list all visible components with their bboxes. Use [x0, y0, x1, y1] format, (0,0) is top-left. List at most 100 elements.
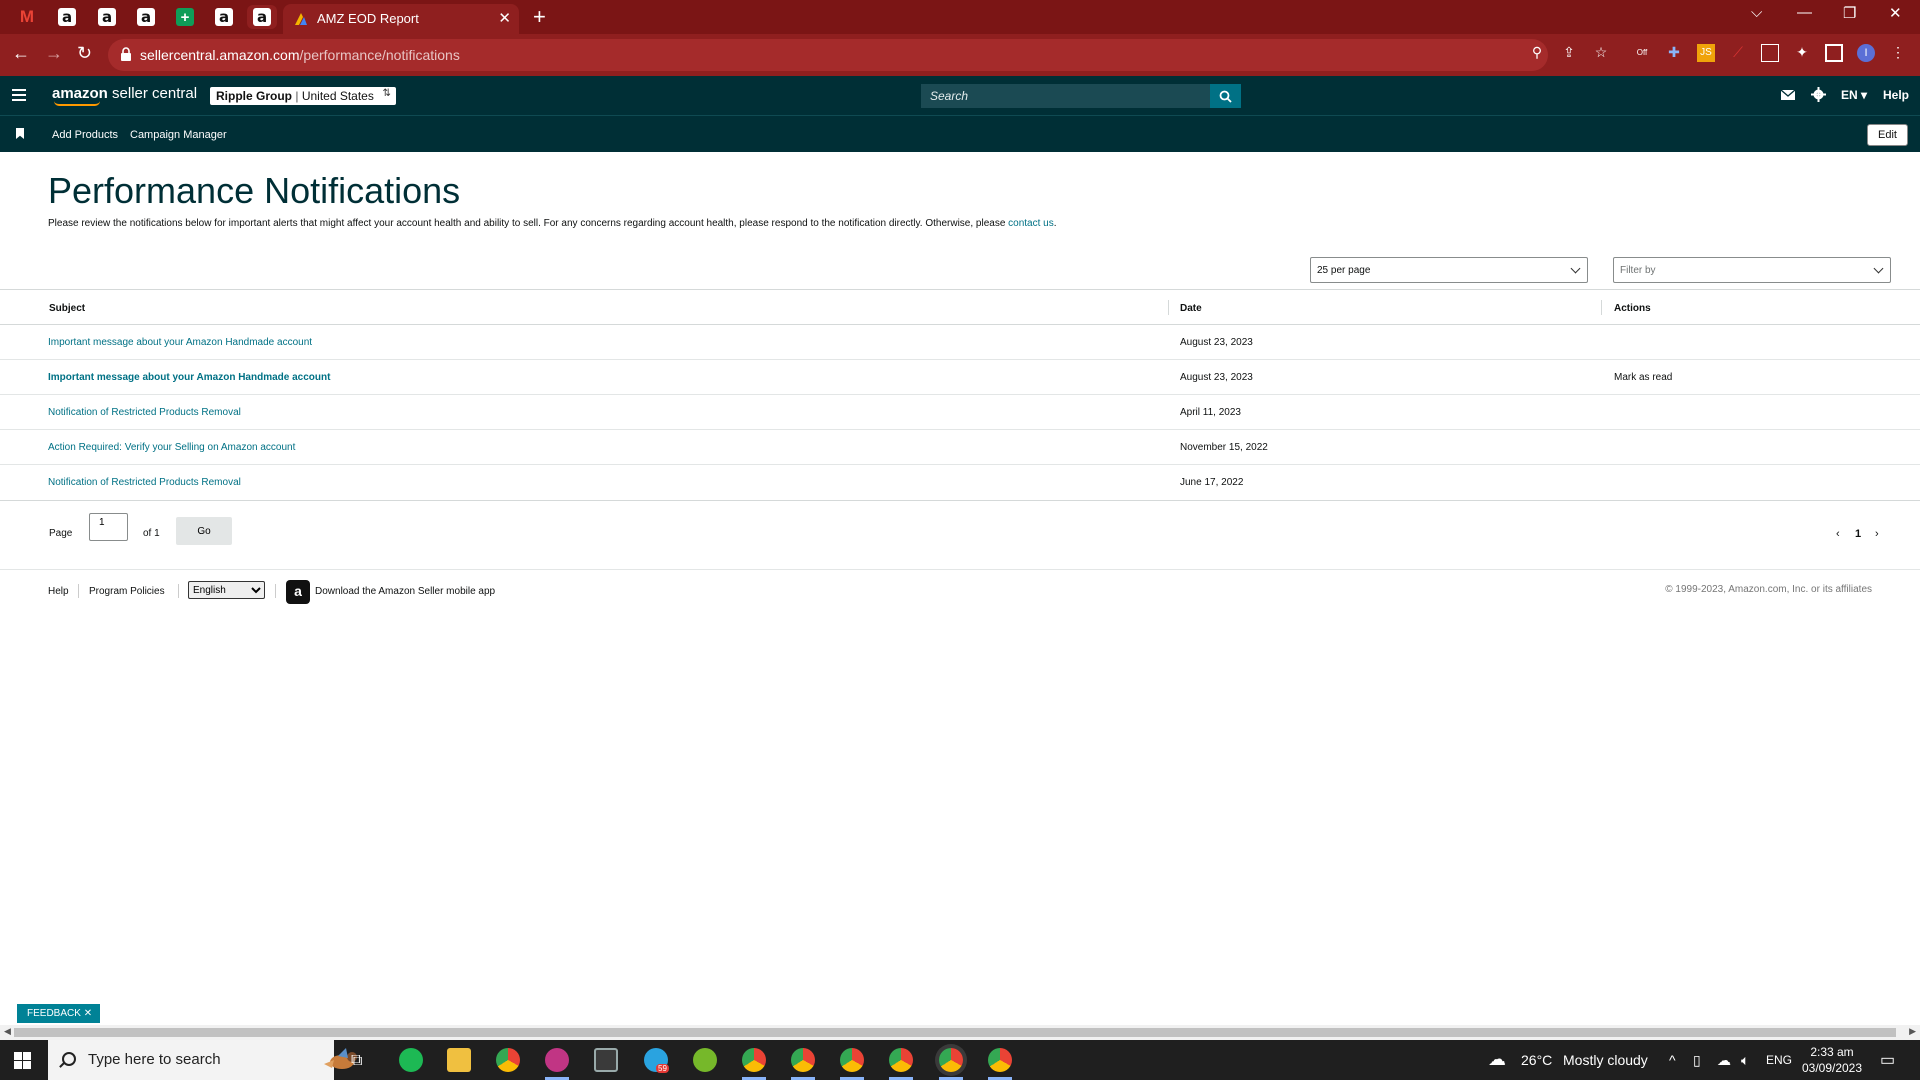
- add-products-link[interactable]: Add Products: [52, 129, 118, 141]
- table-row: Important message about your Amazon Hand…: [0, 360, 1920, 395]
- onedrive-cloud-icon[interactable]: ☁: [1717, 1052, 1731, 1069]
- next-page-icon[interactable]: ›: [1875, 528, 1879, 540]
- windows-start-icon[interactable]: [14, 1052, 31, 1069]
- taskbar-search-placeholder: Type here to search: [88, 1051, 221, 1068]
- screenshot-extension-icon[interactable]: [1761, 44, 1779, 62]
- tab-search-icon[interactable]: ⌵: [1751, 4, 1762, 21]
- column-header-date[interactable]: Date: [1180, 303, 1202, 314]
- language-selector[interactable]: EN ▾: [1841, 88, 1867, 102]
- search-input[interactable]: [921, 84, 1210, 108]
- js-extension-icon[interactable]: JS: [1697, 44, 1715, 62]
- browser-menu-icon[interactable]: ⋮: [1889, 44, 1907, 62]
- chrome-profile-icon[interactable]: [889, 1048, 913, 1072]
- task-view-icon[interactable]: ⧉: [351, 1052, 362, 1070]
- search-button[interactable]: [1210, 84, 1241, 108]
- chrome-icon[interactable]: [496, 1048, 520, 1072]
- go-button[interactable]: Go: [176, 517, 232, 545]
- seller-central-logo[interactable]: amazon seller central: [52, 85, 197, 106]
- close-window-icon[interactable]: ✕: [1889, 4, 1902, 22]
- page-number-input[interactable]: [89, 513, 128, 541]
- tab-amazon-2[interactable]: a: [92, 5, 122, 29]
- tab-amazon-4[interactable]: a: [209, 5, 239, 29]
- address-bar[interactable]: sellercentral.amazon.com/performance/not…: [108, 39, 1548, 71]
- chrome-active-icon[interactable]: [939, 1048, 963, 1072]
- horizontal-scrollbar[interactable]: ◀ ▶: [0, 1025, 1920, 1040]
- weather-condition[interactable]: Mostly cloudy: [1563, 1052, 1648, 1068]
- tab-amazon-3[interactable]: a: [131, 5, 161, 29]
- per-page-select[interactable]: 25 per page: [1310, 257, 1588, 283]
- program-policies-link[interactable]: Program Policies: [89, 586, 165, 597]
- extension-icon[interactable]: ✚: [1665, 44, 1683, 62]
- scrollbar-thumb[interactable]: [14, 1028, 1896, 1037]
- download-app-link[interactable]: Download the Amazon Seller mobile app: [315, 586, 495, 597]
- system-clock[interactable]: 2:33 am 03/09/2023: [1798, 1044, 1866, 1076]
- account-switcher[interactable]: Ripple Group | United States ⇅: [210, 87, 396, 105]
- feedback-button[interactable]: FEEDBACK ✕: [17, 1004, 101, 1023]
- prev-page-icon[interactable]: ‹: [1836, 528, 1840, 540]
- tab-gmail[interactable]: M: [12, 5, 42, 29]
- volume-icon[interactable]: 🔈︎: [1741, 1052, 1749, 1069]
- tab-active[interactable]: AMZ EOD Report ✕: [283, 4, 519, 34]
- notification-date: June 17, 2022: [1180, 477, 1244, 488]
- utorrent-icon[interactable]: [693, 1048, 717, 1072]
- mark-as-read-link[interactable]: Mark as read: [1614, 372, 1672, 383]
- close-icon[interactable]: ✕: [84, 1008, 92, 1019]
- pen-extension-icon[interactable]: ⟋: [1729, 44, 1747, 62]
- column-header-subject[interactable]: Subject: [49, 303, 85, 314]
- help-link[interactable]: Help: [1883, 88, 1909, 102]
- reload-icon[interactable]: ↻: [77, 43, 92, 64]
- chrome-profile-icon[interactable]: [988, 1048, 1012, 1072]
- weather-cloud-icon[interactable]: ☁: [1488, 1049, 1506, 1070]
- file-explorer-icon[interactable]: [447, 1048, 471, 1072]
- input-language[interactable]: ENG: [1766, 1053, 1792, 1067]
- notifications-icon[interactable]: ▭: [1880, 1050, 1895, 1070]
- settings-gear-icon[interactable]: [1811, 87, 1826, 102]
- bookmark-icon[interactable]: [16, 128, 24, 139]
- zoom-icon[interactable]: ⚲: [1528, 44, 1546, 62]
- tray-device-icon[interactable]: ▯: [1693, 1052, 1701, 1069]
- contact-us-link[interactable]: contact us: [1008, 218, 1054, 229]
- notification-subject-link[interactable]: Important message about your Amazon Hand…: [48, 372, 330, 383]
- notification-subject-link[interactable]: Action Required: Verify your Selling on …: [48, 442, 295, 453]
- scroll-right-icon[interactable]: ▶: [1909, 1026, 1916, 1037]
- chrome-profile-icon[interactable]: [791, 1048, 815, 1072]
- side-panel-icon[interactable]: [1825, 44, 1843, 62]
- tab-sheets[interactable]: +: [170, 5, 200, 29]
- hamburger-menu-icon[interactable]: [12, 89, 26, 101]
- temperature[interactable]: 26°C: [1521, 1052, 1552, 1068]
- restore-icon[interactable]: ❐: [1843, 4, 1856, 22]
- tab-close-icon[interactable]: ✕: [498, 9, 511, 27]
- filter-select[interactable]: Filter by: [1613, 257, 1891, 283]
- chrome-profile-icon[interactable]: [742, 1048, 766, 1072]
- profile-avatar[interactable]: I: [1857, 44, 1875, 62]
- chrome-profile-icon[interactable]: [840, 1048, 864, 1072]
- notification-subject-link[interactable]: Important message about your Amazon Hand…: [48, 337, 312, 348]
- share-icon[interactable]: ⇪: [1560, 44, 1578, 62]
- current-page-number[interactable]: 1: [1855, 528, 1861, 540]
- minimize-icon[interactable]: —: [1797, 4, 1812, 21]
- forward-icon[interactable]: →: [45, 43, 63, 64]
- bookmark-star-icon[interactable]: ☆: [1592, 44, 1610, 62]
- tab-amazon-5[interactable]: a: [247, 5, 277, 29]
- extensions-puzzle-icon[interactable]: ✦: [1793, 44, 1811, 62]
- new-tab-icon[interactable]: +: [533, 4, 546, 30]
- notification-date: November 15, 2022: [1180, 442, 1268, 453]
- spotify-icon[interactable]: [399, 1048, 423, 1072]
- extension-off-icon[interactable]: Off: [1633, 48, 1651, 66]
- back-icon[interactable]: ←: [12, 43, 30, 64]
- notification-subject-link[interactable]: Notification of Restricted Products Remo…: [48, 477, 241, 488]
- footer-language-select[interactable]: English: [188, 581, 265, 599]
- edit-button[interactable]: Edit: [1867, 124, 1908, 146]
- calculator-icon[interactable]: [594, 1048, 618, 1072]
- url-text: sellercentral.amazon.com/performance/not…: [140, 47, 460, 63]
- scroll-left-icon[interactable]: ◀: [4, 1026, 11, 1037]
- mail-icon[interactable]: [1781, 90, 1795, 100]
- taskbar-search[interactable]: Type here to search: [48, 1040, 357, 1080]
- notification-subject-link[interactable]: Notification of Restricted Products Remo…: [48, 407, 241, 418]
- tab-amazon-1[interactable]: a: [52, 5, 82, 29]
- campaign-manager-link[interactable]: Campaign Manager: [130, 129, 227, 141]
- tray-chevron-up-icon[interactable]: ^: [1669, 1052, 1676, 1068]
- photos-app-icon[interactable]: [545, 1048, 569, 1072]
- footer-help-link[interactable]: Help: [48, 586, 69, 597]
- amazon-app-icon[interactable]: a: [286, 580, 310, 604]
